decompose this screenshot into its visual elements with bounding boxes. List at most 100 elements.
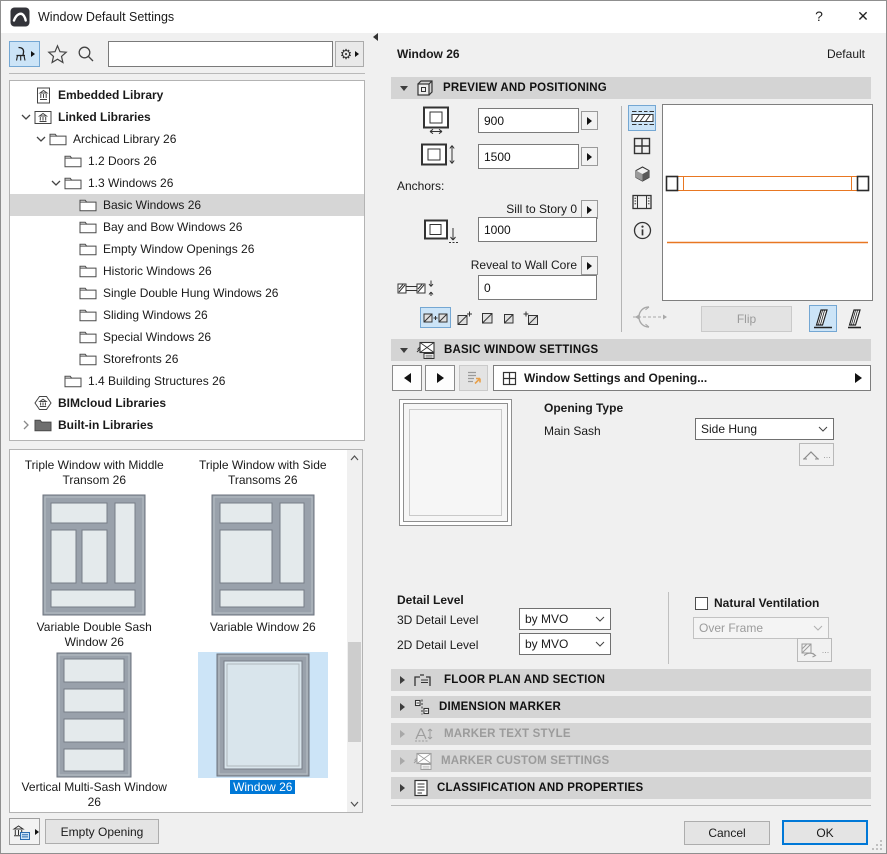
settings-gear-button[interactable]: ⚙ xyxy=(335,41,364,67)
height-flyout-button[interactable] xyxy=(581,147,598,166)
tree-item-empty-window-openings-26[interactable]: Empty Window Openings 26 xyxy=(10,238,364,260)
next-page-button[interactable] xyxy=(425,365,455,391)
tree-item-1-3-windows-26[interactable]: 1.3 Windows 26 xyxy=(10,172,364,194)
window-height-input[interactable] xyxy=(478,144,579,169)
library-part-triple-window-with-side-transoms-26[interactable]: Triple Window with Side Transoms 26 xyxy=(179,456,348,492)
section-marker-custom-settings[interactable]: MARKER CUSTOM SETTINGS xyxy=(391,750,871,772)
scrollbar-thumb[interactable] xyxy=(348,642,361,742)
opening-angle-button[interactable]: ... xyxy=(799,443,834,466)
empty-opening-button[interactable]: Empty Opening xyxy=(45,819,159,844)
embedded-library-icon xyxy=(33,87,53,104)
tree-item-label: Sliding Windows 26 xyxy=(103,308,208,322)
wall-side-outside-button[interactable] xyxy=(809,305,837,332)
reveal-depth-input[interactable] xyxy=(478,275,597,300)
floor-plan-view-button[interactable] xyxy=(628,105,656,131)
panel-collapse-arrow[interactable] xyxy=(373,33,378,41)
scroll-up-button[interactable] xyxy=(347,450,362,466)
section-dimension-marker[interactable]: DIMENSION MARKER xyxy=(391,696,871,718)
tree-item-label: Historic Windows 26 xyxy=(103,264,212,278)
preview-picture-view-button[interactable] xyxy=(628,189,656,215)
detail-3d-select[interactable]: by MVO xyxy=(519,608,611,630)
preview-canvas[interactable] xyxy=(662,104,873,301)
natural-ventilation-settings-button[interactable]: ... xyxy=(797,638,832,662)
section-basic-window-settings[interactable]: BASIC WINDOW SETTINGS xyxy=(391,339,871,361)
load-other-library-button[interactable] xyxy=(9,818,40,845)
tree-item-label: Linked Libraries xyxy=(58,110,151,124)
library-search-input[interactable] xyxy=(108,41,333,67)
tree-item-single-double-hung-windows-26[interactable]: Single Double Hung Windows 26 xyxy=(10,282,364,304)
section-marker-text-style[interactable]: MARKER TEXT STYLE xyxy=(391,723,871,745)
library-part-triple-window-with-middle-transom-26[interactable]: Triple Window with Middle Transom 26 xyxy=(10,456,179,492)
section-floor-plan-and-section[interactable]: FLOOR PLAN AND SECTION xyxy=(391,669,871,691)
help-button[interactable]: ? xyxy=(808,8,830,28)
detail-2d-select[interactable]: by MVO xyxy=(519,633,611,655)
favorites-star-button[interactable] xyxy=(47,44,68,64)
previous-page-button[interactable] xyxy=(392,365,422,391)
library-part-vertical-multi-sash-window-26[interactable]: Vertical Multi-Sash Window 26 xyxy=(10,652,179,812)
chevron-collapsed-icon[interactable] xyxy=(18,420,33,430)
tree-item-storefronts-26[interactable]: Storefronts 26 xyxy=(10,348,364,370)
chevron-expanded-icon[interactable] xyxy=(33,136,48,142)
info-view-button[interactable] xyxy=(628,217,656,243)
mirror-rotate-icon[interactable] xyxy=(629,304,673,330)
tree-item-basic-windows-26[interactable]: Basic Windows 26 xyxy=(10,194,364,216)
anchor-plus-top-button[interactable] xyxy=(457,307,473,328)
search-icon[interactable] xyxy=(77,45,95,63)
linked-library-icon xyxy=(33,110,53,125)
main-sash-select[interactable]: Side Hung xyxy=(695,418,834,440)
model-3d-view-button[interactable] xyxy=(628,161,656,187)
chevron-right-icon xyxy=(400,784,405,792)
close-button[interactable]: ✕ xyxy=(852,8,874,28)
anchor-plus-bottom-button[interactable] xyxy=(523,307,539,328)
tree-item-linked-libraries[interactable]: Linked Libraries xyxy=(10,106,364,128)
section-preview-and-positioning[interactable]: PREVIEW AND POSITIONING xyxy=(391,77,871,99)
flip-button[interactable]: Flip xyxy=(701,306,792,332)
info-view-icon xyxy=(633,221,652,240)
toolbar-separator xyxy=(9,73,365,74)
anchor-square-small-button[interactable] xyxy=(501,307,517,328)
element-type-filter-button[interactable] xyxy=(9,41,40,67)
reveal-anchor-flyout-button[interactable] xyxy=(581,256,598,275)
anchor-pair-button[interactable] xyxy=(420,307,451,328)
tree-item-label: BIMcloud Libraries xyxy=(58,396,166,410)
scroll-down-button[interactable] xyxy=(347,796,362,812)
wall-tilt-left-icon xyxy=(812,308,834,330)
library-part-variable-double-sash-window-26[interactable]: Variable Double Sash Window 26 xyxy=(10,492,179,652)
tree-item-1-4-building-structures-26[interactable]: 1.4 Building Structures 26 xyxy=(10,370,364,392)
chevron-expanded-icon[interactable] xyxy=(18,114,33,120)
settings-page-selector[interactable]: Window Settings and Opening... xyxy=(493,365,871,391)
sill-height-input[interactable] xyxy=(478,217,597,242)
folder-dark-icon xyxy=(33,418,53,432)
transfer-settings-button[interactable] xyxy=(459,365,488,391)
anchor-square-button[interactable] xyxy=(479,307,495,328)
over-frame-select[interactable]: Over Frame xyxy=(693,617,829,639)
chevron-right-icon xyxy=(400,757,405,765)
tree-item-1-2-doors-26[interactable]: 1.2 Doors 26 xyxy=(10,150,364,172)
cancel-button[interactable]: Cancel xyxy=(684,821,770,845)
tree-item-special-windows-26[interactable]: Special Windows 26 xyxy=(10,326,364,348)
library-part-window-26[interactable]: Window 26 xyxy=(179,652,348,812)
tree-item-archicad-library-26[interactable]: Archicad Library 26 xyxy=(10,128,364,150)
section-classification-and-properties[interactable]: CLASSIFICATION AND PROPERTIES xyxy=(391,777,871,799)
tree-item-bay-and-bow-windows-26[interactable]: Bay and Bow Windows 26 xyxy=(10,216,364,238)
resize-grip-icon[interactable] xyxy=(870,838,883,851)
tree-item-embedded-library[interactable]: Embedded Library xyxy=(10,84,364,106)
thumbnail-scrollbar[interactable] xyxy=(347,450,362,812)
anchor-square-small-icon xyxy=(503,311,515,325)
width-flyout-button[interactable] xyxy=(581,111,598,130)
library-part-variable-window-26[interactable]: Variable Window 26 xyxy=(179,492,348,652)
window-width-input[interactable] xyxy=(478,108,579,133)
chevron-expanded-icon[interactable] xyxy=(48,180,63,186)
tree-item-sliding-windows-26[interactable]: Sliding Windows 26 xyxy=(10,304,364,326)
tree-item-built-in-libraries[interactable]: Built-in Libraries xyxy=(10,414,364,436)
preview-mode-strip xyxy=(628,105,656,243)
folder-icon xyxy=(78,286,98,300)
ok-button[interactable]: OK xyxy=(782,820,868,845)
preview-divider xyxy=(621,106,622,332)
tree-item-historic-windows-26[interactable]: Historic Windows 26 xyxy=(10,260,364,282)
natural-ventilation-checkbox[interactable] xyxy=(695,597,708,610)
wall-side-inside-button[interactable] xyxy=(842,305,870,332)
tree-item-label: 1.4 Building Structures 26 xyxy=(88,374,225,388)
tree-item-bimcloud-libraries[interactable]: BIMcloud Libraries xyxy=(10,392,364,414)
section-view-button[interactable] xyxy=(628,133,656,159)
